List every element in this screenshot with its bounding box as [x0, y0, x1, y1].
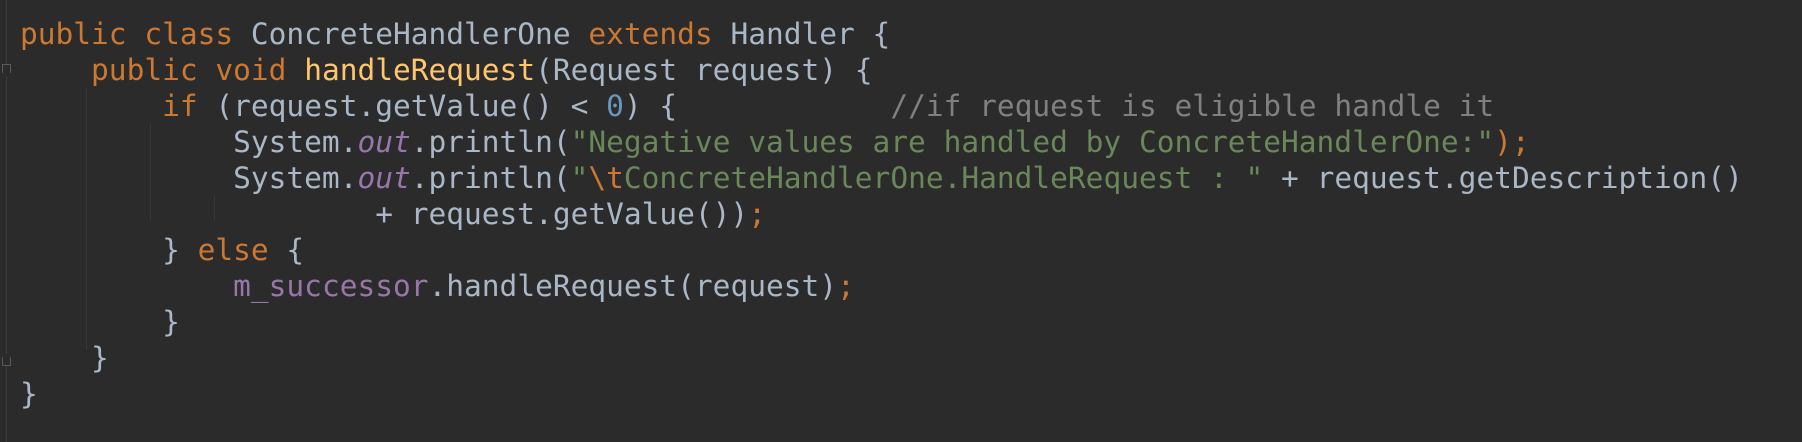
code-token: Handler { [730, 17, 891, 51]
code-token: ); [1494, 125, 1530, 159]
code-token: + request.getValue()) [20, 197, 749, 231]
code-token: public class [20, 17, 251, 51]
code-token: if [162, 89, 216, 123]
code-token: "Negative values are handled by Concrete… [570, 125, 1495, 159]
code-line-10[interactable]: } [20, 340, 1743, 376]
code-token: ; [837, 269, 855, 303]
code-token: extends [588, 17, 731, 51]
code-token: .println( [410, 161, 571, 195]
code-token: m_successor [233, 269, 429, 303]
code-line-1[interactable]: public class ConcreteHandlerOne extends … [20, 16, 1743, 52]
code-token: ; [748, 197, 766, 231]
fold-start-icon[interactable] [2, 64, 11, 78]
code-line-5[interactable]: System.out.println("\tConcreteHandlerOne… [20, 160, 1743, 196]
code-line-3[interactable]: if (request.getValue() < 0) { //if reque… [20, 88, 1743, 124]
code-token: } [20, 233, 198, 267]
code-editor[interactable]: public class ConcreteHandlerOne extends … [0, 0, 1802, 442]
code-line-9[interactable]: } [20, 304, 1743, 340]
code-token: else [197, 233, 287, 267]
code-token: ConcreteHandlerOne [250, 17, 589, 51]
code-token: (Request request) { [535, 53, 873, 87]
code-token: out [357, 125, 411, 159]
code-token: \t [588, 161, 624, 195]
code-token: System. [20, 125, 358, 159]
code-token: out [357, 161, 411, 195]
code-token: { [286, 233, 305, 267]
code-line-7[interactable]: } else { [20, 232, 1743, 268]
code-token: } [20, 377, 38, 411]
code-token: handleRequest [304, 53, 536, 87]
code-line-2[interactable]: public void handleRequest(Request reques… [20, 52, 1743, 88]
code-token: .println( [410, 125, 571, 159]
code-content[interactable]: public class ConcreteHandlerOne extends … [20, 16, 1743, 412]
code-token: 0 [606, 89, 624, 123]
fold-end-icon[interactable] [2, 352, 11, 366]
code-token: System. [20, 161, 358, 195]
code-token: } [20, 341, 109, 375]
code-token: ) { [623, 89, 891, 123]
code-token: ConcreteHandlerOne.HandleRequest : " [623, 161, 1264, 195]
code-line-11[interactable]: } [20, 376, 1743, 412]
code-token: .handleRequest(request) [428, 269, 838, 303]
code-token: (request.getValue() < [215, 89, 607, 123]
code-token: " [570, 161, 589, 195]
code-token: public void [91, 53, 305, 87]
code-token: + request.getDescription() [1263, 161, 1743, 195]
code-token: //if request is eligible handle it [890, 89, 1495, 123]
code-token: } [20, 305, 180, 339]
code-line-8[interactable]: m_successor.handleRequest(request); [20, 268, 1743, 304]
code-line-6[interactable]: + request.getValue()); [20, 196, 1743, 232]
code-line-4[interactable]: System.out.println("Negative values are … [20, 124, 1743, 160]
